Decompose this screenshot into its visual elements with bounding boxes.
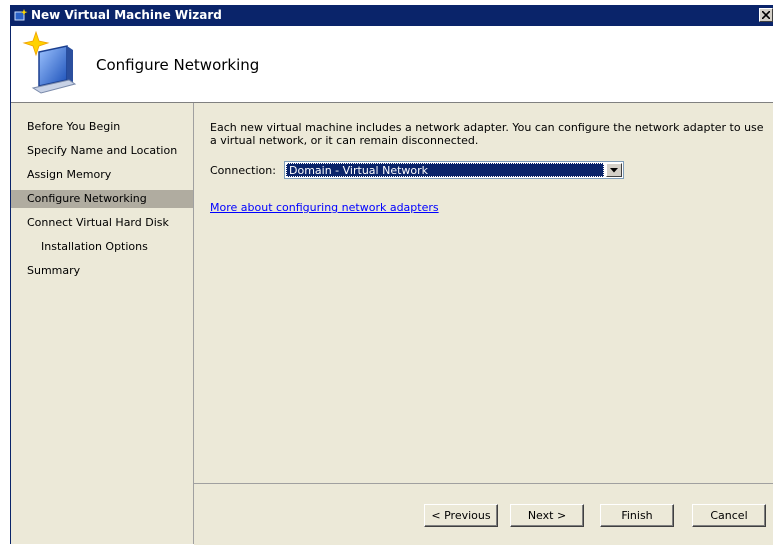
connection-label: Connection:	[210, 164, 276, 177]
page-title: Configure Networking	[96, 56, 260, 74]
next-button[interactable]: Next >	[510, 504, 584, 527]
wizard-computer-icon	[22, 30, 77, 94]
sidebar-item-connect-virtual-hard-disk[interactable]: Connect Virtual Hard Disk	[11, 214, 193, 232]
connection-dropdown[interactable]: Domain - Virtual Network	[284, 161, 624, 179]
sidebar-item-installation-options[interactable]: Installation Options	[11, 238, 193, 256]
description-text: Each new virtual machine includes a netw…	[210, 121, 764, 147]
chevron-down-icon	[610, 168, 618, 173]
wizard-steps-sidebar: Before You Begin Specify Name and Locati…	[11, 103, 194, 544]
sidebar-item-summary[interactable]: Summary	[11, 262, 193, 280]
wizard-app-icon	[14, 9, 28, 21]
sidebar-item-specify-name-location[interactable]: Specify Name and Location	[11, 142, 193, 160]
dropdown-arrow-button[interactable]	[606, 163, 622, 177]
sidebar-item-configure-networking[interactable]: Configure Networking	[11, 190, 193, 208]
connection-selected-value[interactable]: Domain - Virtual Network	[286, 163, 604, 177]
sidebar-item-assign-memory[interactable]: Assign Memory	[11, 166, 193, 184]
wizard-window: New Virtual Machine Wizard Configure Net…	[10, 5, 773, 545]
sidebar-item-before-you-begin[interactable]: Before You Begin	[11, 118, 193, 136]
cancel-button[interactable]: Cancel	[692, 504, 766, 527]
previous-button[interactable]: < Previous	[424, 504, 498, 527]
button-bar: < Previous Next > Finish Cancel	[194, 483, 773, 545]
window-title: New Virtual Machine Wizard	[31, 8, 222, 22]
wizard-header: Configure Networking	[11, 26, 773, 103]
more-about-network-adapters-link[interactable]: More about configuring network adapters	[210, 201, 439, 214]
finish-button[interactable]: Finish	[600, 504, 674, 527]
close-icon	[762, 11, 770, 19]
main-content: Each new virtual machine includes a netw…	[194, 103, 773, 483]
close-button[interactable]	[759, 8, 773, 22]
title-bar[interactable]: New Virtual Machine Wizard	[11, 5, 773, 26]
